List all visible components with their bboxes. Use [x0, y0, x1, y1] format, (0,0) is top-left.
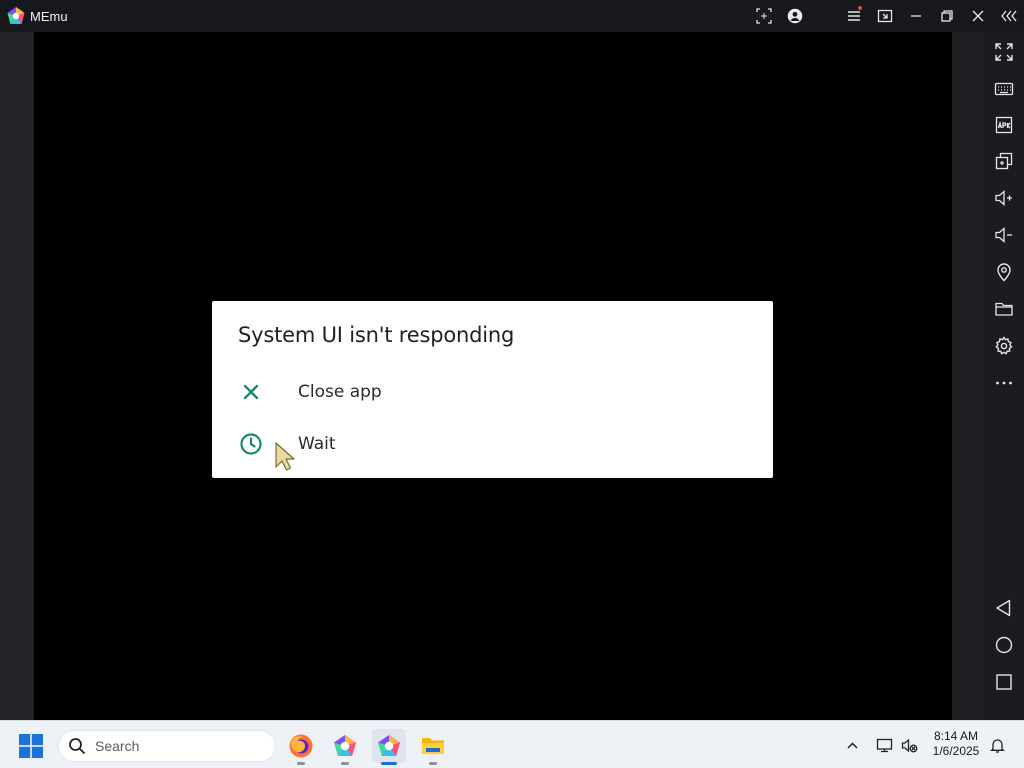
capture-icon [755, 8, 772, 24]
network-status-button[interactable] [872, 733, 896, 757]
location-button[interactable] [984, 256, 1024, 288]
fullscreen-button[interactable] [984, 36, 1024, 68]
shared-folder-button[interactable] [984, 293, 1024, 325]
notifications-button[interactable] [985, 733, 1009, 757]
search-input[interactable] [95, 738, 265, 754]
left-margin [0, 32, 34, 720]
install-apk-button[interactable] [984, 109, 1024, 141]
bell-icon [989, 738, 1005, 753]
memu-window: MEmu System UI isn't responding Close ap… [0, 0, 1024, 768]
android-back-button[interactable] [984, 592, 1024, 624]
android-screen[interactable]: System UI isn't responding Close app Wai… [34, 32, 952, 720]
window-switch-icon [877, 9, 892, 23]
minimize-button[interactable] [900, 0, 931, 32]
minimize-icon [910, 15, 921, 17]
mouse-cursor-icon [275, 442, 295, 471]
search-icon [69, 738, 86, 755]
close-app-label: Close app [298, 382, 382, 402]
wait-option[interactable]: Wait [212, 418, 773, 470]
firefox-icon [289, 734, 313, 758]
add-window-icon [995, 152, 1013, 170]
android-recents-button[interactable] [984, 666, 1024, 698]
keyboard-icon [994, 82, 1014, 96]
volume-down-icon [995, 227, 1012, 243]
apk-icon [995, 116, 1013, 134]
screenshot-button[interactable] [748, 0, 779, 32]
settings-button[interactable] [984, 330, 1024, 362]
taskbar-memu[interactable] [372, 729, 406, 765]
title-bar-controls [748, 0, 1024, 32]
taskbar-search[interactable] [58, 730, 276, 762]
anr-dialog: System UI isn't responding Close app Wai… [212, 301, 773, 478]
close-icon [238, 379, 264, 405]
recents-square-icon [996, 674, 1012, 690]
close-window-button[interactable] [962, 0, 993, 32]
chevron-up-icon [846, 741, 858, 749]
close-icon [972, 10, 983, 22]
collapse-sidebar-button[interactable] [993, 0, 1024, 32]
clock-time: 8:14 AM [933, 729, 979, 743]
title-bar: MEmu [0, 0, 1024, 32]
window-title: MEmu [30, 8, 68, 24]
volume-status-button[interactable] [897, 733, 921, 757]
speaker-muted-icon [901, 738, 917, 752]
memu-multi-icon [334, 735, 356, 756]
account-button[interactable] [779, 0, 810, 32]
android-home-button[interactable] [984, 629, 1024, 661]
volume-up-icon [995, 190, 1012, 206]
folder-icon [422, 738, 444, 754]
clock-icon [238, 431, 264, 457]
folder-icon [995, 302, 1013, 316]
emulator-toolbar [984, 32, 1024, 720]
volume-down-button[interactable] [984, 219, 1024, 251]
taskbar-clock[interactable]: 8:14 AM 1/6/2025 [922, 729, 990, 759]
taskbar-firefox[interactable] [284, 729, 318, 765]
dialog-title: System UI isn't responding [238, 323, 515, 347]
clock-date: 1/6/2025 [932, 744, 980, 758]
network-monitor-icon [876, 738, 892, 752]
fullscreen-icon [995, 43, 1013, 61]
hamburger-menu-icon [847, 11, 860, 21]
wait-label: Wait [298, 434, 336, 454]
volume-up-button[interactable] [984, 182, 1024, 214]
more-dots-icon [996, 381, 1012, 385]
home-circle-icon [995, 636, 1013, 654]
windows-start-icon[interactable] [18, 733, 44, 759]
taskbar-file-explorer[interactable] [416, 729, 450, 765]
taskbar-memu-multi[interactable] [328, 729, 362, 765]
notification-dot [858, 6, 862, 10]
more-button[interactable] [984, 367, 1024, 399]
back-triangle-icon [996, 599, 1011, 617]
windows-taskbar: 8:14 AM 1/6/2025 [0, 720, 1024, 768]
keyboard-mapping-button[interactable] [984, 73, 1024, 105]
show-hidden-icons-button[interactable] [840, 733, 864, 757]
location-pin-icon [997, 263, 1011, 282]
triple-chevron-left-icon [1000, 10, 1017, 22]
restore-icon [940, 10, 953, 22]
menu-button[interactable] [838, 0, 869, 32]
memu-logo-icon [7, 7, 25, 24]
restore-button[interactable] [931, 0, 962, 32]
memu-icon [378, 735, 400, 756]
user-icon [787, 8, 802, 24]
multi-window-button[interactable] [869, 0, 900, 32]
gear-icon [995, 336, 1013, 355]
close-app-option[interactable]: Close app [212, 366, 773, 418]
multi-instance-button[interactable] [984, 145, 1024, 177]
